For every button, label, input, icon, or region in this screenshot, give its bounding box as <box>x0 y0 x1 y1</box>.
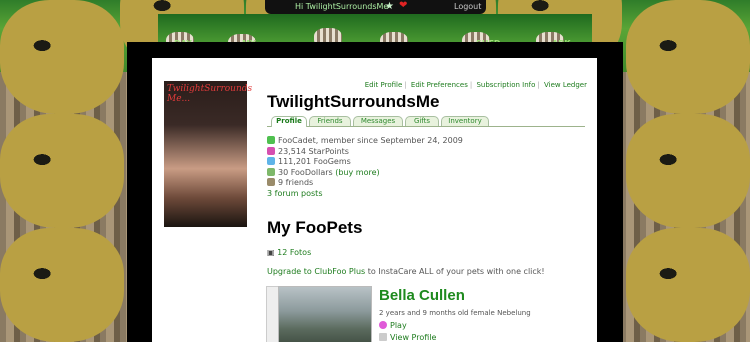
star-badge-icon <box>267 136 275 144</box>
subscription-info-link[interactable]: Subscription Info <box>476 81 535 89</box>
money-icon <box>267 167 275 176</box>
cat-tile <box>0 0 124 114</box>
edit-profile-link[interactable]: Edit Profile <box>365 81 403 89</box>
tab-inventory[interactable]: Inventory <box>441 116 489 126</box>
cat-tile <box>626 0 750 114</box>
cat-tile <box>0 114 124 228</box>
friends-count: 9 friends <box>267 178 463 189</box>
gem-icon <box>267 157 275 165</box>
profile-tabs: Profile Friends Messages Gifts Inventory <box>267 116 585 127</box>
star-icon[interactable]: ★ <box>385 1 394 12</box>
pet-photo[interactable] <box>278 286 372 342</box>
tab-messages[interactable]: Messages <box>353 116 403 126</box>
upgrade-line: Upgrade to ClubFoo Plus to InstaCare ALL… <box>267 267 545 276</box>
friends-icon <box>267 178 275 186</box>
view-profile-link[interactable]: View Profile <box>379 333 436 342</box>
account-links: Edit Profile | Edit Preferences | Subscrip… <box>364 81 587 89</box>
profile-username: TwilightSurroundsMe <box>267 92 440 111</box>
foodollars: 30 FooDollars (buy more) <box>267 167 463 179</box>
heart-icon[interactable]: ❤ <box>399 0 407 11</box>
play-link[interactable]: Play <box>379 321 407 330</box>
greeting-username[interactable]: Hi TwilightSurroundsMe <box>295 2 388 11</box>
foopets-heading: My FooPets <box>267 218 363 237</box>
cover-title: TwilightSurrounds Me... <box>167 84 253 104</box>
star-points-icon <box>267 146 275 155</box>
tab-friends[interactable]: Friends <box>309 116 351 126</box>
profile-stats: FooCadet, member since September 24, 200… <box>267 136 463 199</box>
camera-icon: ▣ <box>267 248 275 257</box>
cat-tile <box>0 228 124 342</box>
logout-link[interactable]: Logout <box>454 2 481 11</box>
starpoints: 23,514 StarPoints <box>267 146 463 158</box>
foogems: 111,201 FooGems <box>267 157 463 168</box>
member-since: FooCadet, member since September 24, 200… <box>267 136 463 147</box>
cat-tile <box>626 114 750 228</box>
tab-profile[interactable]: Profile <box>271 116 307 127</box>
buy-more-link[interactable]: (buy more) <box>335 168 379 177</box>
fotos-link[interactable]: ▣ 12 Fotos <box>267 248 311 257</box>
forum-posts-link[interactable]: 3 forum posts <box>267 189 322 198</box>
cat-tile <box>626 228 750 342</box>
top-user-bar: Hi TwilightSurroundsMe ★ ❤ Logout <box>265 0 486 14</box>
profile-panel: TwilightSurrounds Me... Edit Profile | Ed… <box>152 58 597 342</box>
upgrade-link[interactable]: Upgrade to ClubFoo Plus <box>267 267 365 276</box>
tab-gifts[interactable]: Gifts <box>405 116 439 126</box>
profile-icon <box>379 333 387 341</box>
pet-name[interactable]: Bella Cullen <box>379 287 465 304</box>
profile-cover-image: TwilightSurrounds Me... <box>164 81 252 227</box>
play-icon <box>379 321 387 329</box>
pet-description: 2 years and 9 months old female Nebelung <box>379 309 531 317</box>
view-ledger-link[interactable]: View Ledger <box>544 81 587 89</box>
edit-preferences-link[interactable]: Edit Preferences <box>411 81 468 89</box>
